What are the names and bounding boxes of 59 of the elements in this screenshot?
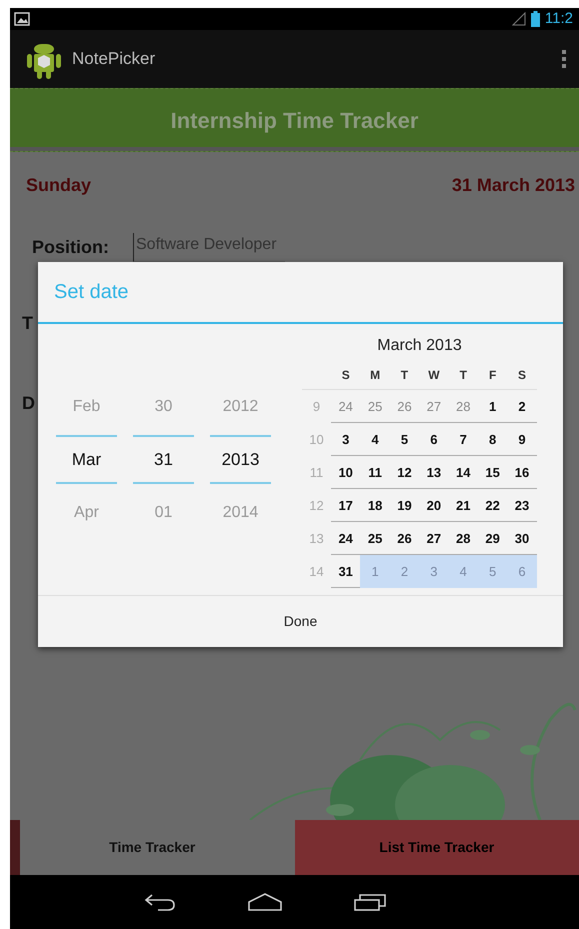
position-label: Position: — [32, 236, 109, 259]
calendar-day[interactable]: 13 — [419, 456, 449, 489]
calendar-month: March 2013 — [376, 336, 463, 356]
calendar-day[interactable]: 20 — [419, 489, 449, 522]
calendar-day[interactable]: 17 — [331, 489, 360, 522]
calendar-day[interactable]: 21 — [448, 489, 478, 522]
calendar-day[interactable]: 5 — [390, 423, 420, 456]
battery-icon — [530, 11, 540, 27]
weekday-label: F — [488, 366, 498, 384]
calendar-day[interactable]: 24 — [331, 522, 360, 555]
weekday-label: W — [427, 366, 441, 384]
banner-title: Internship Time Tracker — [170, 106, 418, 135]
dialog-title: Set date — [38, 262, 563, 324]
field-label: D — [22, 392, 35, 415]
done-button[interactable]: Done — [264, 605, 338, 638]
calendar-day[interactable]: 25 — [360, 522, 390, 555]
calendar-day[interactable]: 8 — [478, 423, 508, 456]
calendar-day[interactable]: 22 — [478, 489, 508, 522]
weekday-label: M — [369, 366, 382, 384]
image-icon — [14, 12, 30, 26]
calendar-day[interactable]: 3 — [331, 423, 360, 456]
spinner-current-value[interactable]: 2013 — [210, 435, 271, 484]
calendar-day[interactable]: 1 — [478, 390, 508, 423]
recent-apps-icon[interactable] — [354, 893, 386, 911]
back-icon[interactable] — [144, 893, 176, 911]
weekday-label: S — [517, 366, 528, 384]
weekday-label: T — [400, 366, 410, 384]
signal-icon — [512, 12, 526, 26]
weekday-label: S — [340, 366, 351, 384]
calendar-day[interactable]: 27 — [419, 522, 449, 555]
calendar-day[interactable]: 7 — [448, 423, 478, 456]
home-icon[interactable] — [248, 893, 282, 911]
calendar-day[interactable]: 23 — [507, 489, 537, 522]
calendar-day[interactable]: 16 — [507, 456, 537, 489]
calendar-day[interactable]: 29 — [478, 522, 508, 555]
calendar-day[interactable]: 28 — [448, 522, 478, 555]
calendar-day[interactable]: 15 — [478, 456, 508, 489]
calendar-day[interactable]: 26 — [390, 522, 420, 555]
calendar-day[interactable]: 12 — [390, 456, 420, 489]
calendar-day[interactable]: 9 — [507, 423, 537, 456]
calendar-day[interactable]: 2 — [507, 390, 537, 423]
calendar-day[interactable]: 30 — [507, 522, 537, 555]
app-title: NotePicker — [72, 48, 156, 70]
overflow-menu-icon[interactable] — [561, 49, 567, 69]
calendar-day[interactable]: 14 — [448, 456, 478, 489]
field-label: T — [22, 312, 33, 335]
spinner-current-value[interactable]: 31 — [133, 435, 194, 484]
day-label: Sunday — [26, 174, 92, 197]
date-label: 31 March 2013 — [452, 174, 575, 197]
calendar-day[interactable]: 31 — [331, 555, 360, 588]
spinner-current-value[interactable]: Mar — [56, 435, 117, 484]
calendar-day[interactable]: 11 — [360, 456, 390, 489]
calendar-day[interactable]: 4 — [360, 423, 390, 456]
clock-time: 11:2 — [544, 8, 573, 29]
calendar-day[interactable]: 10 — [331, 456, 360, 489]
calendar-day[interactable]: 18 — [360, 489, 390, 522]
calendar-day[interactable]: 6 — [419, 423, 449, 456]
calendar-day[interactable]: 19 — [390, 489, 420, 522]
weekday-label: T — [458, 366, 468, 384]
